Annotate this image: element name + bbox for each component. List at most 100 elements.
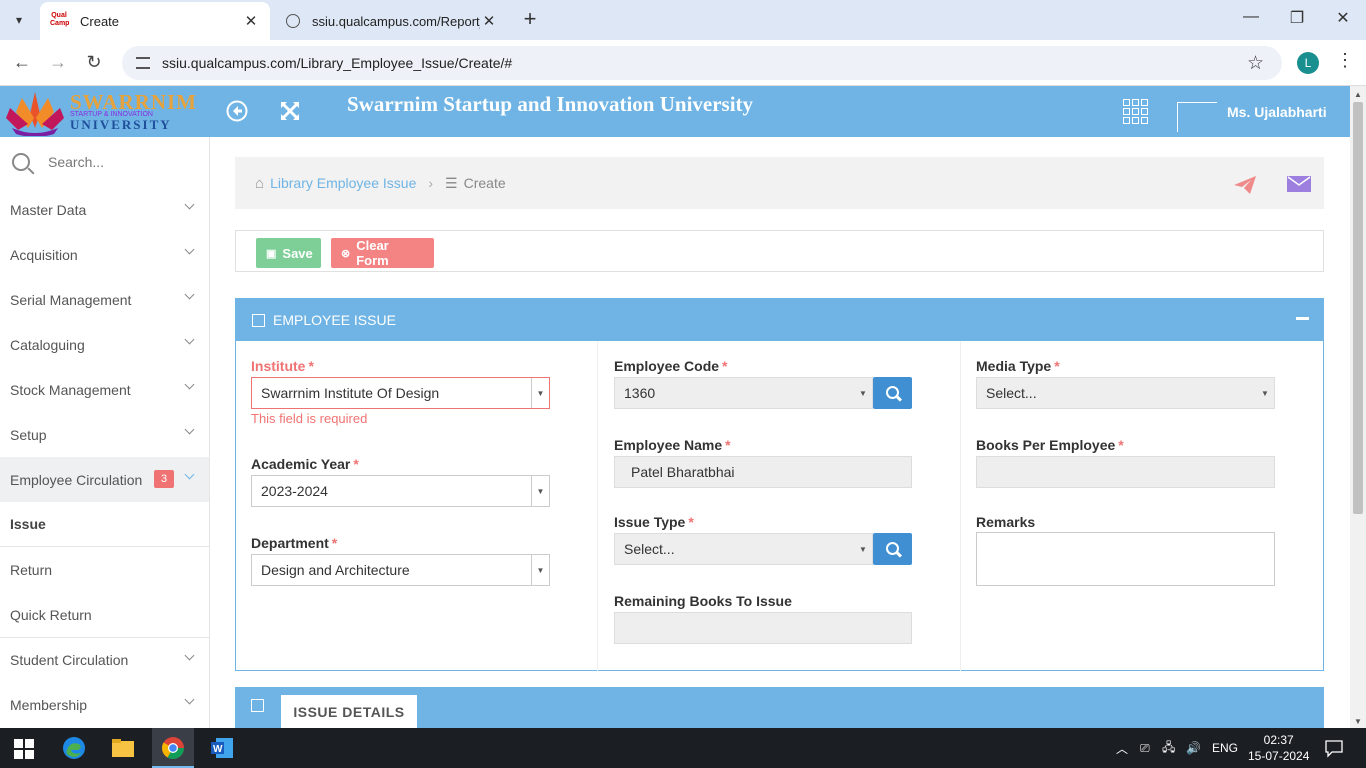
issue-type-select[interactable]: Select... ▼ — [614, 533, 873, 565]
chrome-taskbar-active[interactable] — [152, 728, 194, 768]
sidebar-item-label: Student Circulation — [10, 652, 129, 668]
sidebar-subitem-return[interactable]: Return — [0, 547, 209, 592]
browser-tab-active[interactable]: Qual Camp Create ✕ — [40, 2, 270, 40]
breadcrumb-link[interactable]: Library Employee Issue — [270, 175, 416, 191]
minimize-button[interactable]: — — [1236, 8, 1266, 32]
restore-button[interactable]: ❐ — [1282, 8, 1312, 32]
remarks-label: Remarks — [976, 514, 1036, 530]
sidebar-item-label: Return — [10, 561, 53, 578]
sidebar-item-stock-management[interactable]: Stock Management — [0, 367, 209, 412]
sidebar-item-serial-management[interactable]: Serial Management — [0, 277, 209, 322]
employee-code-select[interactable]: 1360 ▼ — [614, 377, 873, 409]
chrome-icon — [162, 737, 184, 759]
academic-year-select[interactable]: 2023-2024 ▼ — [251, 475, 550, 507]
tray-chevron-up-icon[interactable]: ︿ — [1116, 728, 1128, 768]
volume-icon[interactable]: 🔊 — [1186, 728, 1201, 768]
close-window-button[interactable]: ✕ — [1328, 8, 1358, 32]
address-bar-row: ← → ↻ ssiu.qualcampus.com/Library_Employ… — [0, 40, 1366, 86]
chevron-down-icon — [184, 650, 195, 661]
chevron-down-icon — [184, 694, 195, 705]
user-name[interactable]: Ms. Ujalabharti — [1227, 104, 1327, 120]
clear-form-button[interactable]: ⊗ Clear Form — [331, 238, 434, 268]
clock-date: 15-07-2024 — [1248, 749, 1310, 763]
close-tab-icon[interactable]: ✕ — [242, 12, 260, 30]
home-icon[interactable]: ⌂ — [255, 175, 264, 192]
tab-title: ssiu.qualcampus.com/Report_V — [312, 13, 480, 29]
fullscreen-icon[interactable] — [279, 100, 301, 122]
bookmark-star-icon[interactable]: ☆ — [1247, 52, 1264, 75]
scroll-up-arrow-icon[interactable]: ▲ — [1354, 90, 1362, 99]
clock-time: 02:37 — [1263, 733, 1294, 747]
scroll-down-arrow-icon[interactable]: ▼ — [1354, 717, 1362, 726]
collapse-icon[interactable] — [1296, 317, 1309, 320]
back-circle-icon[interactable] — [226, 100, 248, 122]
windows-start-icon[interactable] — [14, 739, 34, 759]
employee-search-button[interactable] — [873, 377, 912, 409]
action-bar: ▣ Save ⊗ Clear Form — [235, 230, 1324, 272]
apps-grid-icon[interactable] — [1123, 99, 1148, 124]
profile-avatar[interactable]: L — [1297, 52, 1319, 74]
sidebar-subitem-issue[interactable]: Issue — [0, 502, 209, 547]
sidebar-item-setup[interactable]: Setup — [0, 412, 209, 457]
send-icon[interactable] — [1233, 175, 1257, 195]
remarks-textarea[interactable] — [976, 532, 1275, 586]
user-avatar[interactable] — [1177, 102, 1217, 132]
panel-header: EMPLOYEE ISSUE — [236, 299, 1323, 341]
browser-tab[interactable]: ssiu.qualcampus.com/Report_V ✕ — [276, 2, 508, 40]
remaining-books-field — [614, 612, 912, 644]
department-value: Design and Architecture — [261, 562, 410, 578]
employee-code-value: 1360 — [624, 385, 656, 401]
sidebar: Search... Master Data Acquisition Serial… — [0, 137, 210, 728]
sidebar-item-master-data[interactable]: Master Data — [0, 187, 209, 232]
clock[interactable]: 02:37 15-07-2024 — [1248, 732, 1309, 764]
notifications-icon[interactable] — [1324, 738, 1344, 758]
sidebar-item-cataloguing[interactable]: Cataloguing — [0, 322, 209, 367]
tab-search-button[interactable]: ▾ — [6, 8, 32, 32]
panel-title: EMPLOYEE ISSUE — [273, 312, 396, 328]
word-icon[interactable]: W — [210, 736, 234, 760]
sidebar-item-membership[interactable]: Membership — [0, 682, 209, 727]
books-per-employee-label: Books Per Employee * — [976, 437, 1124, 453]
site-info-icon[interactable] — [136, 57, 150, 69]
university-logo[interactable]: SWARRNIM STARTUP & INNOVATION UNIVERSITY — [0, 86, 210, 137]
dropdown-caret-icon: ▼ — [859, 544, 867, 554]
sidebar-item-acquisition[interactable]: Acquisition — [0, 232, 209, 277]
browser-menu-icon[interactable]: ⋮ — [1336, 50, 1354, 71]
qualcampus-favicon: Qual Camp — [50, 12, 70, 27]
browser-tab-strip: ▾ Qual Camp Create ✕ ssiu.qualcampus.com/… — [0, 0, 1366, 40]
close-tab-icon[interactable]: ✕ — [480, 12, 498, 30]
new-tab-button[interactable]: + — [518, 8, 542, 32]
language-indicator[interactable]: ENG — [1212, 728, 1238, 768]
sidebar-item-label: Stock Management — [10, 381, 131, 398]
scrollbar-thumb[interactable] — [1353, 102, 1363, 514]
sidebar-item-employee-circulation[interactable]: Employee Circulation 3 — [0, 457, 209, 502]
reload-button[interactable]: ↻ — [82, 52, 106, 74]
sidebar-item-label: Serial Management — [10, 291, 132, 308]
edge-browser-icon[interactable] — [62, 736, 86, 760]
network-icon[interactable]: 🖧 — [1162, 728, 1175, 768]
meet-now-icon[interactable]: ⎚ — [1140, 728, 1150, 768]
save-button[interactable]: ▣ Save — [256, 238, 321, 268]
tab-issue-details[interactable]: ISSUE DETAILS — [281, 695, 417, 728]
page-scrollbar[interactable]: ▲ ▼ — [1350, 86, 1366, 728]
chevron-right-icon: › — [428, 175, 434, 191]
department-select[interactable]: Design and Architecture ▼ — [251, 554, 550, 586]
search-input[interactable]: Search... — [48, 154, 104, 170]
back-button[interactable]: ← — [10, 52, 34, 74]
media-type-select[interactable]: Select... ▼ — [976, 377, 1275, 409]
logo-text: UNIVERSITY — [70, 117, 172, 132]
mail-icon[interactable] — [1287, 176, 1311, 192]
issue-type-search-button[interactable] — [873, 533, 912, 565]
sidebar-item-student-circulation[interactable]: Student Circulation — [0, 637, 209, 682]
count-badge: 3 — [154, 470, 174, 488]
file-explorer-icon[interactable] — [111, 736, 135, 760]
sidebar-item-label: Employee Circulation — [10, 471, 143, 488]
sidebar-subitem-quick-return[interactable]: Quick Return — [0, 592, 209, 637]
institute-select[interactable]: Swarrnim Institute Of Design ▼ — [251, 377, 550, 409]
sidebar-search[interactable]: Search... — [0, 137, 209, 187]
forward-button[interactable]: → — [46, 52, 70, 74]
sidebar-item-label: Acquisition — [10, 246, 78, 263]
url-text[interactable]: ssiu.qualcampus.com/Library_Employee_Iss… — [162, 55, 512, 71]
form-column: Institute * Swarrnim Institute Of Design … — [236, 341, 598, 671]
omnibox[interactable]: ssiu.qualcampus.com/Library_Employee_Iss… — [122, 46, 1282, 80]
